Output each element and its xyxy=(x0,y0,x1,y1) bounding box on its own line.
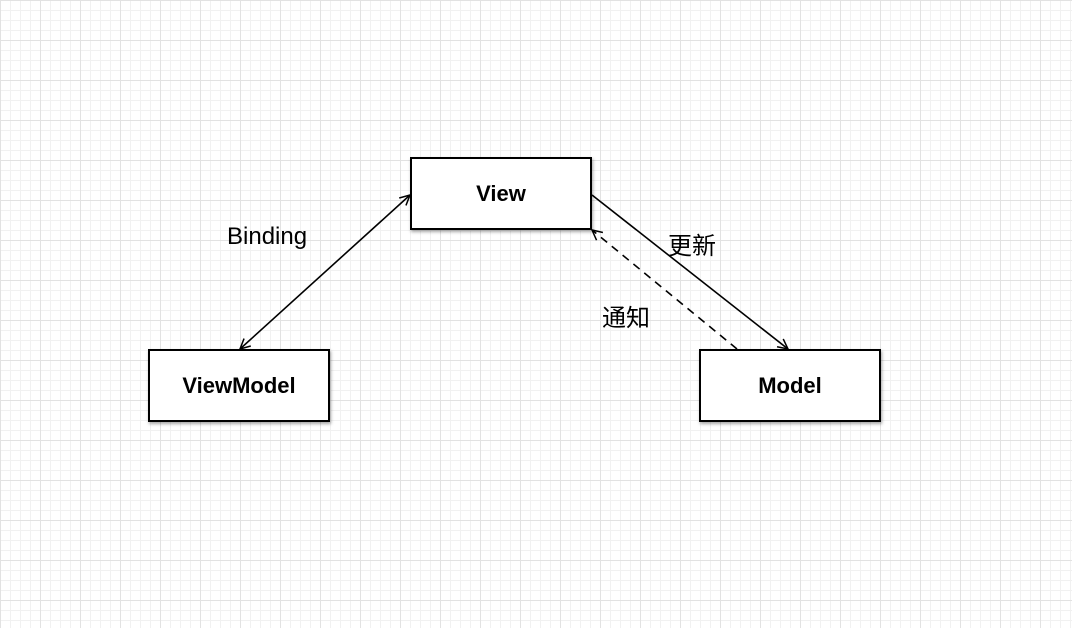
model-node[interactable]: Model xyxy=(699,349,881,422)
model-node-label: Model xyxy=(758,372,822,398)
viewmodel-node-label: ViewModel xyxy=(182,372,296,398)
update-label: 更新 xyxy=(668,233,716,260)
binding-label: Binding xyxy=(227,223,308,250)
binding-connector xyxy=(240,195,410,349)
view-node[interactable]: View xyxy=(410,157,592,230)
view-node-label: View xyxy=(476,180,526,206)
viewmodel-node[interactable]: ViewModel xyxy=(148,349,330,422)
diagram-canvas xyxy=(0,0,1072,628)
notify-label: 通知 xyxy=(602,305,650,332)
